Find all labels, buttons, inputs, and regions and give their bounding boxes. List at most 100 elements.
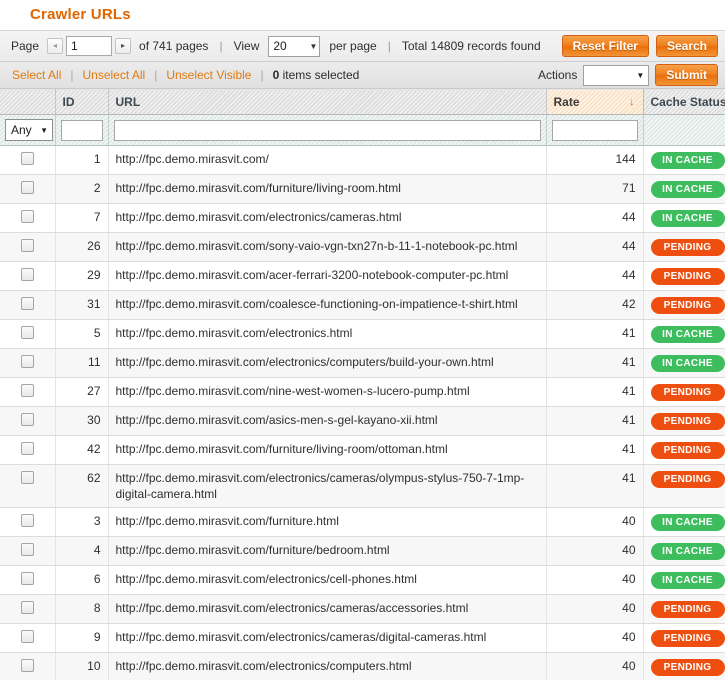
row-checkbox[interactable] xyxy=(20,442,34,455)
status-badge: PENDING xyxy=(650,413,725,430)
grid-top-buttons: Reset Filter Search xyxy=(561,35,718,57)
filter-id-input[interactable] xyxy=(60,119,103,141)
row-checkbox[interactable] xyxy=(20,152,34,165)
cell-rate: 40 xyxy=(546,507,644,537)
row-checkbox-cell[interactable] xyxy=(0,174,56,204)
cell-id: 8 xyxy=(55,594,109,624)
table-row[interactable]: 9 http://fpc.demo.mirasvit.com/electronic… xyxy=(0,623,725,653)
table-row[interactable]: 26 http://fpc.demo.mirasvit.com/sony-vaio… xyxy=(0,232,725,262)
table-row[interactable]: 5 http://fpc.demo.mirasvit.com/electronic… xyxy=(0,319,725,349)
cell-cache-status: IN CACHE xyxy=(643,507,725,537)
reset-filter-button[interactable]: Reset Filter xyxy=(561,35,649,57)
table-row[interactable]: 3 http://fpc.demo.mirasvit.com/furniture.… xyxy=(0,507,725,537)
column-header-url[interactable]: URL xyxy=(108,89,547,115)
previous-page-button[interactable]: ◂ xyxy=(47,38,64,54)
row-checkbox-cell[interactable] xyxy=(0,652,56,680)
page-number-input[interactable] xyxy=(66,36,113,56)
row-checkbox-cell[interactable] xyxy=(0,464,56,508)
row-checkbox-cell[interactable] xyxy=(0,435,56,465)
table-row[interactable]: 30 http://fpc.demo.mirasvit.com/asics-men… xyxy=(0,406,725,436)
row-checkbox[interactable] xyxy=(20,543,34,556)
grid-body: 1 http://fpc.demo.mirasvit.com/144 IN CACH… xyxy=(0,145,725,680)
table-row[interactable]: 62 http://fpc.demo.mirasvit.com/electroni… xyxy=(0,464,725,508)
row-checkbox[interactable] xyxy=(20,326,34,339)
row-checkbox-cell[interactable] xyxy=(0,536,56,566)
row-checkbox-cell[interactable] xyxy=(0,565,56,595)
filter-rate-input[interactable] xyxy=(551,119,638,141)
row-checkbox[interactable] xyxy=(20,355,34,368)
status-badge: PENDING xyxy=(650,471,725,488)
filter-url-input[interactable] xyxy=(113,119,541,141)
filter-massaction-value: Any xyxy=(11,123,32,137)
row-checkbox-cell[interactable] xyxy=(0,203,56,233)
row-checkbox-cell[interactable] xyxy=(0,377,56,407)
table-row[interactable]: 2 http://fpc.demo.mirasvit.com/furniture/… xyxy=(0,174,725,204)
cell-rate: 40 xyxy=(546,594,644,624)
next-page-button[interactable]: ▸ xyxy=(115,38,132,54)
row-checkbox[interactable] xyxy=(20,659,34,672)
table-row[interactable]: 7 http://fpc.demo.mirasvit.com/electronic… xyxy=(0,203,725,233)
row-checkbox[interactable] xyxy=(20,630,34,643)
row-checkbox[interactable] xyxy=(20,572,34,585)
cell-id: 7 xyxy=(55,203,109,233)
row-checkbox[interactable] xyxy=(20,181,34,194)
cell-rate: 41 xyxy=(546,319,644,349)
table-row[interactable]: 27 http://fpc.demo.mirasvit.com/nine-west… xyxy=(0,377,725,407)
filter-massaction-select[interactable]: Any ▼ xyxy=(5,119,53,141)
row-checkbox-cell[interactable] xyxy=(0,290,56,320)
row-checkbox[interactable] xyxy=(20,514,34,527)
unselect-all-link[interactable]: Unselect All xyxy=(82,68,145,82)
search-button[interactable]: Search xyxy=(655,35,718,57)
grid-header: ID URL Rate ↓ Cache Status Any ▼ xyxy=(0,89,725,146)
row-checkbox-cell[interactable] xyxy=(0,261,56,291)
row-checkbox[interactable] xyxy=(20,297,34,310)
submit-button[interactable]: Submit xyxy=(655,64,718,86)
row-checkbox-cell[interactable] xyxy=(0,507,56,537)
row-checkbox[interactable] xyxy=(20,239,34,252)
select-all-link[interactable]: Select All xyxy=(12,68,61,82)
row-checkbox[interactable] xyxy=(20,601,34,614)
row-checkbox-cell[interactable] xyxy=(0,623,56,653)
table-row[interactable]: 6 http://fpc.demo.mirasvit.com/electronic… xyxy=(0,565,725,595)
row-checkbox-cell[interactable] xyxy=(0,145,56,175)
table-row[interactable]: 29 http://fpc.demo.mirasvit.com/acer-ferr… xyxy=(0,261,725,291)
table-row[interactable]: 42 http://fpc.demo.mirasvit.com/furniture… xyxy=(0,435,725,465)
row-checkbox[interactable] xyxy=(20,268,34,281)
row-checkbox[interactable] xyxy=(20,384,34,397)
row-checkbox[interactable] xyxy=(20,413,34,426)
chevron-down-icon: ▼ xyxy=(309,41,318,51)
row-checkbox-cell[interactable] xyxy=(0,348,56,378)
actions-select[interactable]: ▼ xyxy=(583,64,650,86)
row-checkbox-cell[interactable] xyxy=(0,319,56,349)
row-checkbox[interactable] xyxy=(20,210,34,223)
cell-id: 27 xyxy=(55,377,109,407)
unselect-visible-link[interactable]: Unselect Visible xyxy=(166,68,251,82)
grid-header-row: ID URL Rate ↓ Cache Status xyxy=(0,89,725,115)
cell-id: 29 xyxy=(55,261,109,291)
table-row[interactable]: 4 http://fpc.demo.mirasvit.com/furniture/… xyxy=(0,536,725,566)
table-row[interactable]: 10 http://fpc.demo.mirasvit.com/electroni… xyxy=(0,652,725,680)
toolbar-separator-2: | xyxy=(387,39,391,53)
table-row[interactable]: 1 http://fpc.demo.mirasvit.com/144 IN CACH… xyxy=(0,145,725,175)
column-header-id[interactable]: ID xyxy=(55,89,109,115)
cell-cache-status: IN CACHE xyxy=(643,319,725,349)
table-row[interactable]: 11 http://fpc.demo.mirasvit.com/electroni… xyxy=(0,348,725,378)
row-checkbox-cell[interactable] xyxy=(0,406,56,436)
table-row[interactable]: 31 http://fpc.demo.mirasvit.com/coalesce-… xyxy=(0,290,725,320)
cell-rate: 44 xyxy=(546,203,644,233)
per-page-select[interactable]: 20 ▼ xyxy=(268,35,321,57)
row-checkbox-cell[interactable] xyxy=(0,232,56,262)
cell-id: 6 xyxy=(55,565,109,595)
row-checkbox-cell[interactable] xyxy=(0,594,56,624)
grid-filter-row: Any ▼ xyxy=(0,114,725,146)
cell-url: http://fpc.demo.mirasvit.com/electronics… xyxy=(108,348,547,378)
column-header-rate[interactable]: Rate ↓ xyxy=(545,89,644,115)
cell-cache-status: IN CACHE xyxy=(643,174,725,204)
cell-url: http://fpc.demo.mirasvit.com/furniture/l… xyxy=(108,435,547,465)
table-row[interactable]: 8 http://fpc.demo.mirasvit.com/electronic… xyxy=(0,594,725,624)
column-header-cache-status[interactable]: Cache Status xyxy=(643,89,725,115)
selected-count-suffix: items selected xyxy=(279,68,360,82)
cell-id: 31 xyxy=(55,290,109,320)
cell-rate: 41 xyxy=(546,377,644,407)
row-checkbox[interactable] xyxy=(20,471,34,484)
